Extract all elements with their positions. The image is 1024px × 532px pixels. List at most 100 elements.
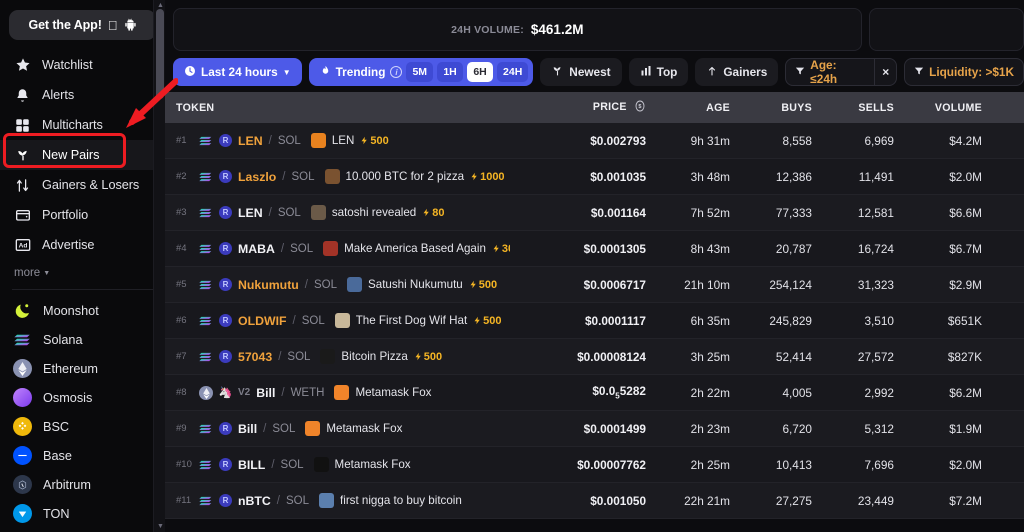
sidebar-item-moonshot[interactable]: Moonshot (0, 296, 165, 325)
trending-pill-1h[interactable]: 1H (437, 62, 464, 82)
quote-symbol: SOL (291, 170, 315, 183)
sidebar-item-base[interactable]: Base (0, 441, 165, 470)
ethereum-icon (13, 359, 32, 378)
price-cell: $0.0006717 (583, 277, 646, 292)
token-cell[interactable]: #8 🦄 V2 Bill / WETH Metamask Fox (165, 385, 510, 400)
scroll-up-arrow[interactable]: ▲ (157, 2, 164, 9)
sells-cell: 5,312 (864, 421, 894, 436)
sidebar-scrollbar[interactable]: ▲ ▼ (153, 0, 165, 532)
app-root: Get the App!  Watchlist Alerts (0, 0, 1024, 532)
rank-label: #3 (176, 207, 187, 218)
buys-cell: 27,275 (775, 493, 812, 508)
get-the-app-button[interactable]: Get the App!  (9, 10, 156, 40)
sidebar-item-portfolio[interactable]: Portfolio (0, 200, 165, 230)
boost-badge: 500 (360, 135, 389, 147)
token-cell[interactable]: #11 RnBTC / SOL first nigga to buy bitcoin (165, 493, 510, 508)
token-cell[interactable]: #5 R Nukumutu / SOL Satushi Nukumutu 500 (165, 277, 510, 292)
sidebar-item-watchlist[interactable]: Watchlist (0, 50, 165, 80)
trending-pill-5m[interactable]: 5M (406, 62, 434, 82)
table-row[interactable]: #11 RnBTC / SOL first nigga to buy bitcoin $0… (165, 483, 1024, 519)
newest-button[interactable]: Newest (540, 58, 622, 86)
column-header-sells[interactable]: SELLS (824, 102, 906, 114)
volume-cell: $6.7M (949, 241, 982, 256)
table-row[interactable]: #10 R BILL / SOL Metamask Fox $0.00007762 2h 25… (165, 447, 1024, 483)
boost-badge: 500 (473, 315, 502, 327)
table-row[interactable]: #4 R MABA / SOL Make America Based Again 30 $0.… (165, 231, 1024, 267)
column-header-age[interactable]: AGE (660, 102, 742, 114)
top-button[interactable]: Top (628, 58, 689, 86)
token-cell[interactable]: #7 R 57043 / SOL Bitcoin Pizza 500 (165, 349, 510, 364)
solana-icon (199, 458, 213, 472)
token-cell[interactable]: #10 R BILL / SOL Metamask Fox (165, 457, 510, 472)
timeframe-button[interactable]: Last 24 hours ▼ (173, 58, 302, 86)
age-cell: 3h 48m (690, 169, 730, 184)
chevron-down-icon: ▼ (43, 269, 51, 277)
trending-pill-24h[interactable]: 24H (497, 62, 529, 82)
age-cell: 7h 52m (690, 205, 730, 220)
token-cell[interactable]: #3 R LEN / SOL satoshi revealed 80 (165, 205, 510, 220)
trending-pill-6h[interactable]: 6H (467, 62, 494, 82)
more-dropdown[interactable]: more ▼ (0, 260, 165, 286)
table-row[interactable]: #1 R LEN / SOL LEN 500 $0.002793 9h 31m 8,558 6,96… (165, 123, 1024, 159)
token-symbol: OLDWIF (238, 313, 287, 328)
sidebar-item-osmosis[interactable]: Osmosis (0, 383, 165, 412)
table-row[interactable]: #6 R OLDWIF / SOL The First Dog Wif Hat 500 $0.… (165, 303, 1024, 339)
raydium-icon: R (219, 458, 232, 471)
sidebar-item-gainers-losers[interactable]: Gainers & Losers (0, 170, 165, 200)
age-filter-label-wrap[interactable]: Age: ≤24h (786, 58, 874, 86)
column-header-token[interactable]: TOKEN (165, 102, 510, 114)
raydium-icon: R (219, 422, 232, 435)
volume-cell: $6.6M (949, 205, 982, 220)
trending-button[interactable]: Trending i (320, 64, 403, 80)
sidebar-item-advertise[interactable]: Ad Advertise (0, 230, 165, 260)
sidebar-item-multicharts[interactable]: Multicharts (0, 110, 165, 140)
chain-list: Moonshot Solana Ethereum Osmosis BSC Bas… (0, 296, 165, 528)
table-row[interactable]: #9 R Bill / SOL Metamask Fox $0.0001499 2h 23m 6… (165, 411, 1024, 447)
column-header-volume[interactable]: VOLUME (906, 102, 994, 114)
table-row[interactable]: #2 R Laszlo / SOL 10.000 BTC for 2 pizza 1000 $… (165, 159, 1024, 195)
pair-separator: / (276, 494, 280, 507)
age-cell: 2h 23m (690, 421, 730, 436)
scroll-down-arrow[interactable]: ▼ (157, 523, 164, 530)
column-header-buys[interactable]: BUYS (742, 102, 824, 114)
rank-label: #7 (176, 351, 187, 362)
token-cell[interactable]: #6 R OLDWIF / SOL The First Dog Wif Hat 500 (165, 313, 510, 328)
token-cell[interactable]: #4 R MABA / SOL Make America Based Again 30 (165, 241, 510, 256)
gainers-button[interactable]: Gainers (695, 58, 779, 86)
dollar-coin-icon[interactable]: $ (634, 100, 646, 115)
chain-label: Arbitrum (43, 477, 91, 492)
table-row[interactable]: #8 🦄 V2 Bill / WETH Metamask Fox $0.055282 2h 22… (165, 375, 1024, 411)
sidebar-scroll-thumb[interactable] (156, 9, 164, 99)
svg-text:$: $ (638, 104, 641, 110)
raydium-icon: R (219, 134, 232, 147)
token-cell[interactable]: #1 R LEN / SOL LEN 500 (165, 133, 510, 148)
table-row[interactable]: #5 R Nukumutu / SOL Satushi Nukumutu 500 $0.000… (165, 267, 1024, 303)
sidebar-item-solana[interactable]: Solana (0, 325, 165, 354)
raydium-icon: R (219, 242, 232, 255)
buys-cell: 254,124 (769, 277, 812, 292)
sidebar-item-alerts[interactable]: Alerts (0, 80, 165, 110)
quote-symbol: SOL (286, 494, 310, 507)
column-header-price-label: PRICE (592, 101, 627, 113)
age-filter-clear-button[interactable]: × (874, 58, 896, 86)
info-icon[interactable]: i (390, 66, 403, 78)
column-header-price[interactable]: PRICE $ (510, 100, 660, 115)
sidebar-item-ton[interactable]: TON (0, 499, 165, 528)
solana-icon (199, 170, 213, 184)
get-the-app-label: Get the App! (28, 18, 102, 32)
pair-separator: / (268, 134, 272, 147)
sidebar-item-arbitrum[interactable]: Arbitrum (0, 470, 165, 499)
token-name: Satushi Nukumutu (368, 278, 463, 291)
liquidity-filter-chip[interactable]: Liquidity: >$1K (904, 58, 1024, 86)
dex-version: V2 (238, 387, 251, 398)
sidebar-item-new-pairs[interactable]: New Pairs (0, 140, 165, 170)
table-row[interactable]: #3 R LEN / SOL satoshi revealed 80 $0.001164 7h … (165, 195, 1024, 231)
token-cell[interactable]: #9 R Bill / SOL Metamask Fox (165, 421, 510, 436)
token-cell[interactable]: #2 R Laszlo / SOL 10.000 BTC for 2 pizza 1000 (165, 169, 510, 184)
sidebar-item-ethereum[interactable]: Ethereum (0, 354, 165, 383)
table-row[interactable]: #7 R 57043 / SOL Bitcoin Pizza 500 $0.00008124 3… (165, 339, 1024, 375)
age-filter-chip[interactable]: Age: ≤24h × (785, 58, 898, 86)
base-icon (13, 446, 32, 465)
sidebar-item-bsc[interactable]: BSC (0, 412, 165, 441)
volume-cell: $2.0M (949, 457, 982, 472)
